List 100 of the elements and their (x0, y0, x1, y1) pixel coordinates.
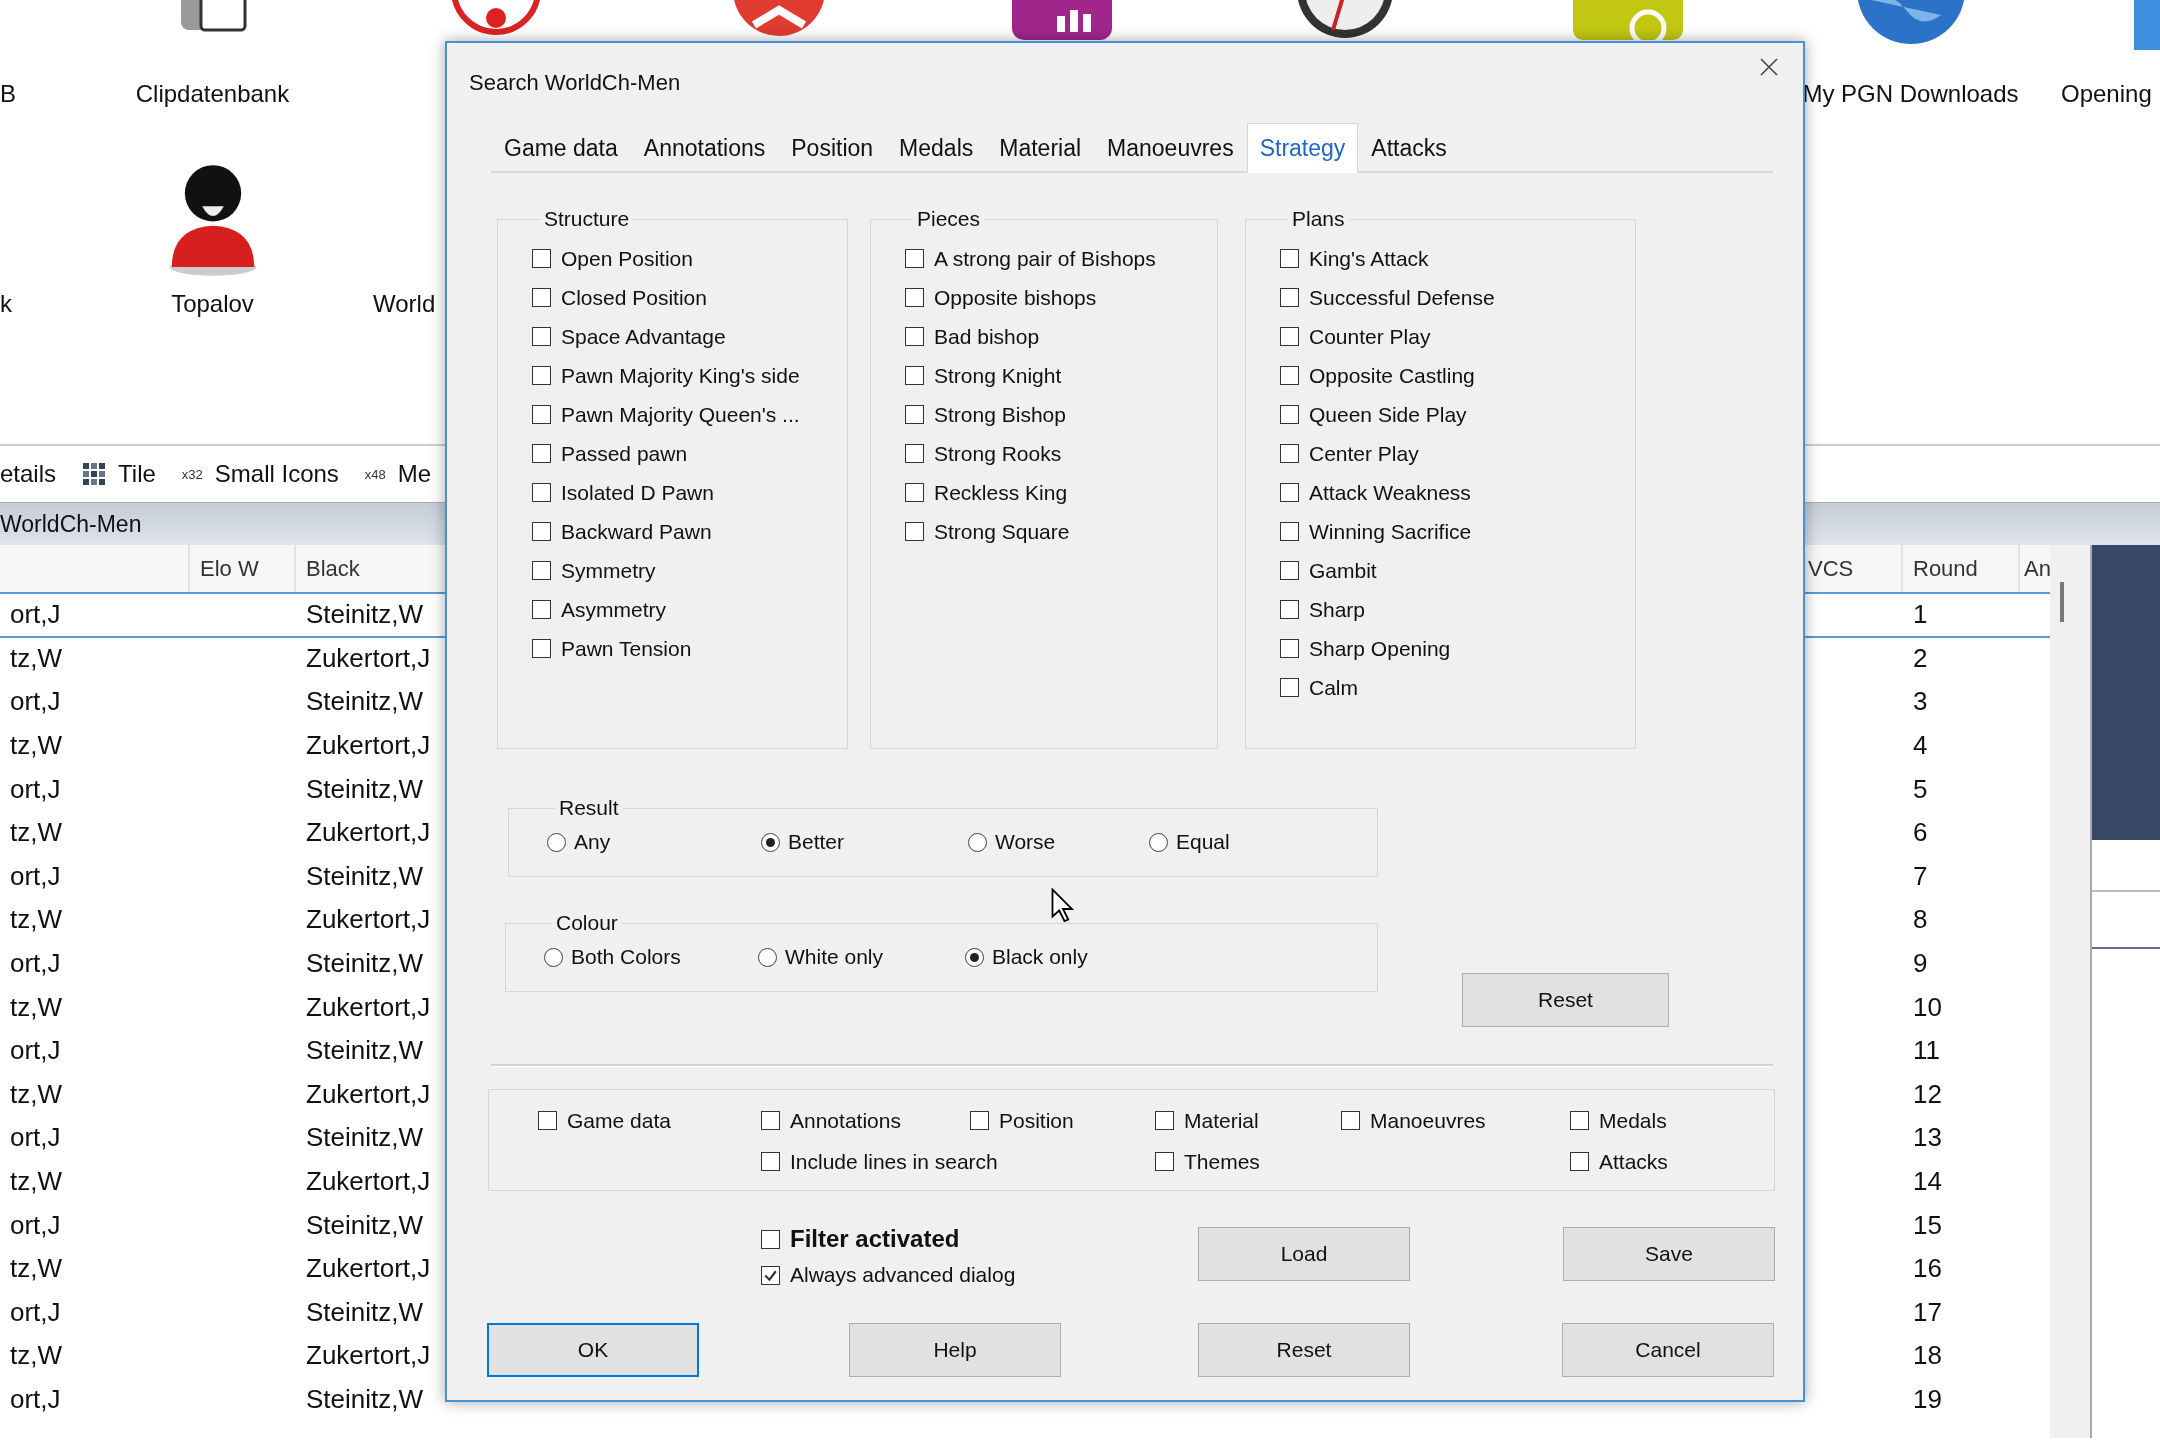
checkbox-label[interactable]: Strong Knight (934, 363, 1062, 388)
tab[interactable]: Position (778, 123, 887, 173)
checkbox[interactable] (1570, 1152, 1589, 1171)
desktop-icon-label[interactable]: Topalov (171, 290, 254, 318)
scrollbar[interactable] (2050, 545, 2090, 1438)
checkbox-label[interactable]: Strong Bishop (934, 402, 1066, 427)
radio-label[interactable]: Better (788, 830, 845, 854)
checkbox[interactable] (532, 405, 551, 424)
checkbox-label[interactable]: Material (1184, 1108, 1259, 1133)
desktop-icon-label[interactable]: Opening (2061, 80, 2152, 108)
checkbox-label[interactable]: Themes (1184, 1149, 1260, 1174)
checkbox-label[interactable]: Sharp (1309, 597, 1366, 622)
checkbox-label[interactable]: Gambit (1309, 558, 1377, 583)
size-icon[interactable]: x32 (181, 466, 203, 482)
radio-button[interactable] (1149, 832, 1168, 852)
tab[interactable]: Material (986, 123, 1095, 173)
checkbox-label[interactable]: Attack Weakness (1309, 480, 1471, 505)
checkbox[interactable] (905, 366, 924, 385)
checkbox[interactable] (1280, 405, 1299, 424)
view-option[interactable]: Me (397, 460, 432, 488)
checkbox-label[interactable]: Sharp Opening (1309, 636, 1451, 661)
radio-label[interactable]: Any (574, 830, 611, 854)
checkbox[interactable] (970, 1111, 989, 1130)
tab[interactable]: Attacks (1358, 123, 1460, 173)
checkbox-label[interactable]: Filter activated (790, 1225, 960, 1253)
checkbox[interactable] (905, 288, 924, 307)
checkbox-label[interactable]: Center Play (1309, 441, 1419, 466)
checkbox[interactable] (1280, 678, 1299, 697)
checkbox[interactable] (1280, 366, 1299, 385)
checkbox-label[interactable]: Backward Pawn (561, 519, 712, 544)
checkbox[interactable] (532, 639, 551, 658)
checkbox[interactable] (1341, 1111, 1360, 1130)
checkbox[interactable] (1280, 600, 1299, 619)
checkbox[interactable] (905, 444, 924, 463)
checkbox-label[interactable]: Annotations (790, 1108, 901, 1133)
radio-button[interactable] (547, 832, 566, 852)
checkbox[interactable] (905, 483, 924, 502)
grid-icon[interactable] (82, 462, 107, 486)
checkbox[interactable] (1280, 249, 1299, 268)
checkbox[interactable] (761, 1229, 780, 1249)
checkbox[interactable] (761, 1111, 780, 1130)
checkbox-label[interactable]: Open Position (561, 246, 693, 271)
radio-label[interactable]: Equal (1176, 830, 1230, 854)
checkbox[interactable] (1280, 561, 1299, 580)
radio-label[interactable]: Both Colors (571, 945, 681, 969)
checkbox[interactable] (538, 1111, 557, 1130)
checkbox[interactable] (1280, 639, 1299, 658)
checkbox-label[interactable]: Pawn Majority King's side (561, 363, 800, 388)
tab[interactable]: Game data (491, 123, 631, 173)
checkbox[interactable] (532, 444, 551, 463)
checkbox[interactable] (761, 1152, 780, 1171)
column-header[interactable]: An (2020, 545, 2050, 592)
radio-button[interactable] (965, 947, 984, 967)
view-option[interactable]: Tile (118, 460, 156, 488)
checkbox[interactable] (1280, 483, 1299, 502)
checkbox-label[interactable]: Position (999, 1108, 1074, 1133)
checkbox-label[interactable]: Game data (567, 1108, 671, 1133)
radio-label[interactable]: White only (785, 945, 884, 969)
desktop-icon-label[interactable]: B (0, 80, 16, 108)
checkbox-label[interactable]: Calm (1309, 675, 1358, 700)
checkbox[interactable] (532, 249, 551, 268)
checkbox-label[interactable]: Isolated D Pawn (561, 480, 714, 505)
checkbox-label[interactable]: Bad bishop (934, 324, 1040, 349)
checkbox-label[interactable]: Opposite Castling (1309, 363, 1475, 388)
checkbox[interactable] (1155, 1111, 1174, 1130)
checkbox[interactable] (532, 288, 551, 307)
checkbox-label[interactable]: Successful Defense (1309, 285, 1495, 310)
checkbox-label[interactable]: Pawn Tension (561, 636, 692, 661)
radio-button[interactable] (761, 832, 780, 852)
dialog-button[interactable]: Help (849, 1323, 1061, 1377)
dialog-button[interactable]: Cancel (1562, 1323, 1774, 1377)
dialog-button[interactable]: Reset (1198, 1323, 1410, 1377)
tab[interactable]: Strategy (1246, 123, 1359, 173)
checkbox[interactable] (905, 327, 924, 346)
checkbox-label[interactable]: Manoeuvres (1370, 1108, 1486, 1133)
checkbox[interactable] (761, 1265, 780, 1285)
close-icon[interactable] (1759, 57, 1779, 77)
column-header[interactable]: Elo W (190, 545, 296, 592)
desktop-icon-label[interactable]: World (373, 290, 436, 318)
checkbox-label[interactable]: Always advanced dialog (790, 1263, 1016, 1287)
radio-button[interactable] (968, 832, 987, 852)
checkbox-label[interactable]: Space Advantage (561, 324, 726, 349)
checkbox-label[interactable]: Attacks (1599, 1149, 1668, 1174)
checkbox-label[interactable]: Queen Side Play (1309, 402, 1467, 427)
checkbox-label[interactable]: Closed Position (561, 285, 707, 310)
checkbox[interactable] (532, 600, 551, 619)
dialog-button[interactable]: OK (487, 1323, 699, 1377)
checkbox-label[interactable]: A strong pair of Bishops (934, 246, 1156, 271)
checkbox[interactable] (1280, 522, 1299, 541)
checkbox[interactable] (905, 249, 924, 268)
view-option[interactable]: Small Icons (214, 460, 339, 488)
radio-label[interactable]: Worse (995, 830, 1056, 854)
checkbox-label[interactable]: Symmetry (561, 558, 656, 583)
view-option[interactable]: etails (0, 460, 57, 488)
checkbox[interactable] (532, 483, 551, 502)
tab[interactable]: Manoeuvres (1094, 123, 1247, 173)
checkbox-label[interactable]: Opposite bishops (934, 285, 1097, 310)
save-button[interactable]: Save (1563, 1227, 1775, 1281)
checkbox-label[interactable]: Asymmetry (561, 597, 666, 622)
checkbox[interactable] (532, 327, 551, 346)
